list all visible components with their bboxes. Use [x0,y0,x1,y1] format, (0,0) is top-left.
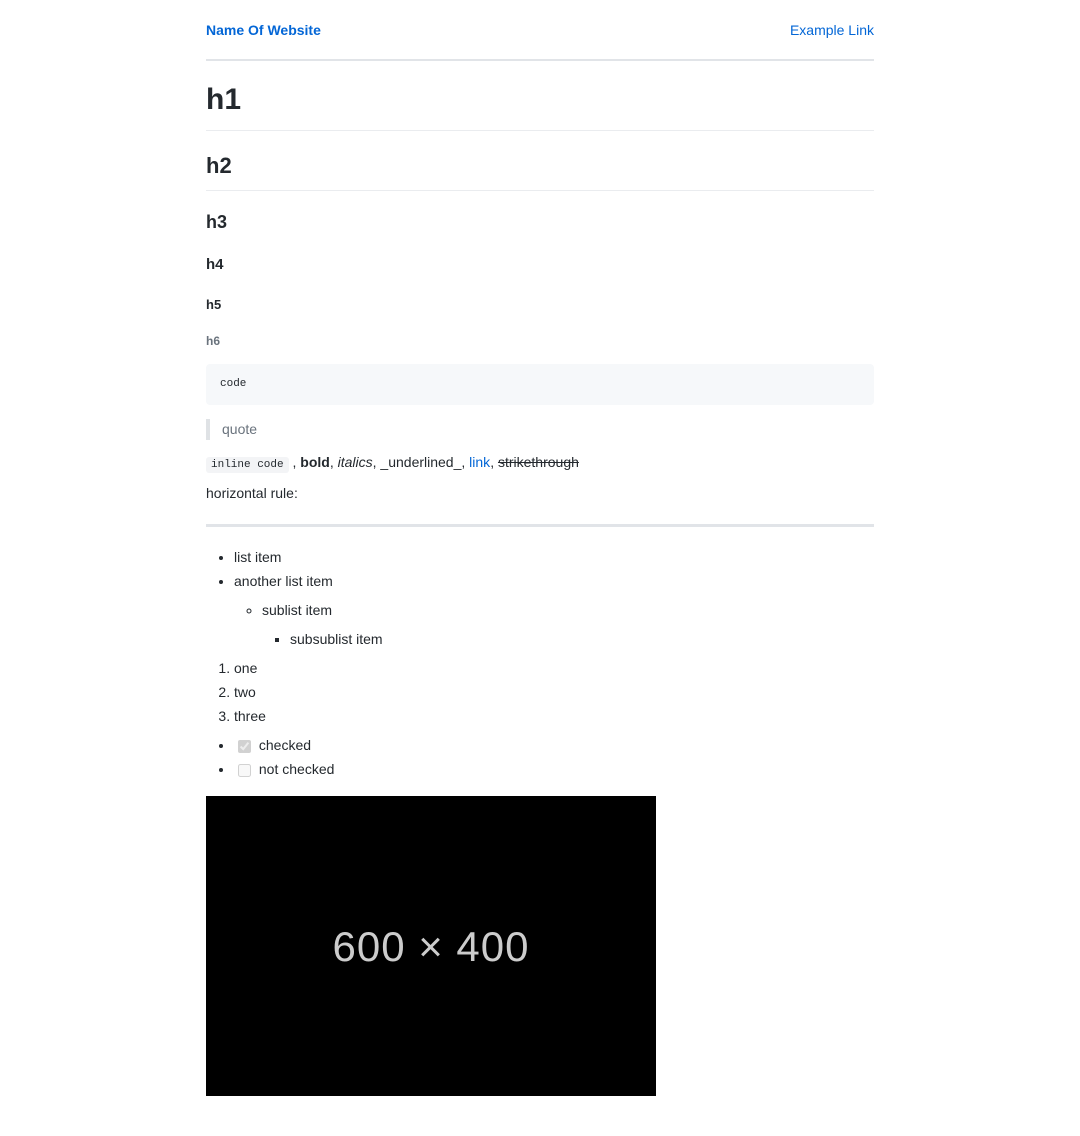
bold-text: bold [300,454,330,470]
placeholder-image: 600 × 400 [206,796,656,1096]
inline-link[interactable]: link [469,454,490,470]
list-item: three [234,706,874,727]
checkbox-checked [238,740,251,753]
subsublist: subsublist item [262,629,874,650]
sep: , [330,454,338,470]
task-item-checked: checked [234,735,874,756]
sep: , [289,454,301,470]
heading-h3: h3 [206,209,874,236]
heading-h6: h6 [206,332,874,350]
ordered-list: one two three [206,658,874,727]
underlined-text: _underlined_ [380,454,461,470]
heading-h4: h4 [206,254,874,277]
code-block: code [206,364,874,405]
list-item-label: sublist item [262,602,332,618]
unordered-list: list item another list item sublist item… [206,547,874,650]
list-item-label: another list item [234,573,333,589]
heading-h1: h1 [206,77,874,131]
page-header: Name Of Website Example Link [206,20,874,61]
inline-styles-paragraph: inline code , bold, italics, _underlined… [206,452,874,474]
list-item: another list item sublist item subsublis… [234,571,874,650]
blockquote: quote [206,419,874,440]
blockquote-text: quote [222,421,257,437]
task-label: checked [259,737,311,753]
nav-link-example[interactable]: Example Link [790,20,874,41]
italic-text: italics [338,454,373,470]
site-title-link[interactable]: Name Of Website [206,20,321,41]
list-item: subsublist item [290,629,874,650]
hr-label: horizontal rule: [206,483,874,504]
task-item-unchecked: not checked [234,759,874,780]
list-item: list item [234,547,874,568]
list-item: two [234,682,874,703]
task-list: checked not checked [206,735,874,780]
placeholder-image-label: 600 × 400 [332,915,529,978]
horizontal-rule [206,524,874,527]
strikethrough-text: strikethrough [498,454,579,470]
sublist: sublist item subsublist item [234,600,874,650]
heading-h2: h2 [206,149,874,191]
task-label: not checked [259,761,335,777]
inline-code: inline code [206,457,289,473]
list-item: one [234,658,874,679]
list-item: sublist item subsublist item [262,600,874,650]
heading-h5: h5 [206,295,874,315]
sep: , [490,454,498,470]
checkbox-unchecked [238,764,251,777]
sep: , [461,454,469,470]
